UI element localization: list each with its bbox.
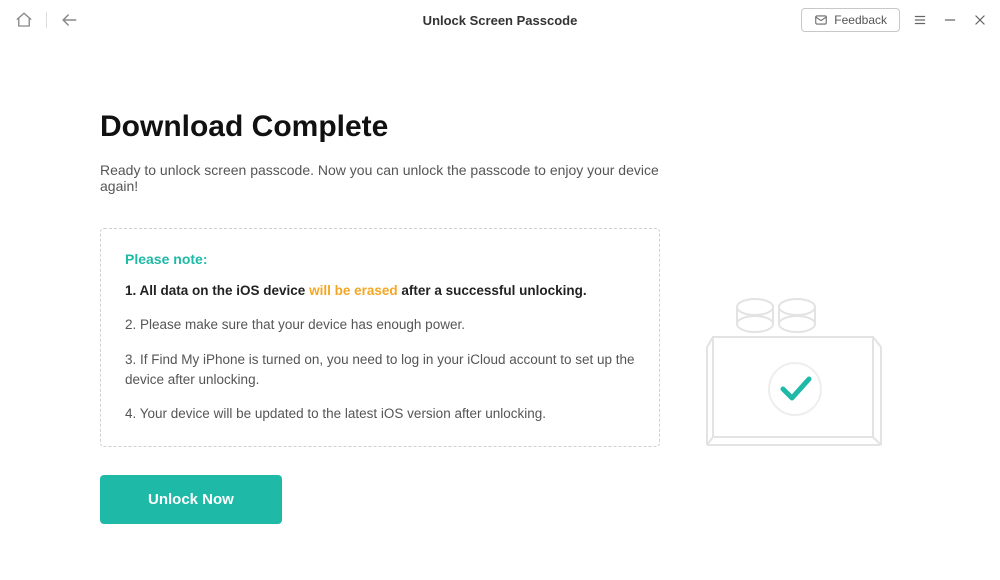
note-box: Please note: 1. All data on the iOS devi…	[100, 228, 660, 447]
minimize-button[interactable]	[940, 6, 960, 34]
titlebar: Unlock Screen Passcode Feedback	[0, 0, 1000, 40]
menu-button[interactable]	[910, 6, 930, 34]
mail-icon	[814, 13, 828, 27]
close-button[interactable]	[970, 6, 990, 34]
note-item-1-after: after a successful unlocking.	[398, 283, 587, 298]
back-button[interactable]	[55, 6, 83, 34]
close-icon	[973, 13, 987, 27]
note-item-1-before: 1. All data on the iOS device	[125, 283, 309, 298]
titlebar-left	[10, 6, 83, 34]
home-icon	[15, 11, 33, 29]
home-button[interactable]	[10, 6, 38, 34]
note-item-2: 2. Please make sure that your device has…	[125, 315, 635, 335]
package-check-icon	[705, 287, 895, 457]
minimize-icon	[943, 13, 957, 27]
arrow-left-icon	[59, 10, 79, 30]
window-title: Unlock Screen Passcode	[423, 13, 578, 28]
feedback-button[interactable]: Feedback	[801, 8, 900, 32]
menu-icon	[913, 13, 927, 27]
note-heading: Please note:	[125, 251, 635, 267]
feedback-label: Feedback	[834, 13, 887, 27]
unlock-button[interactable]: Unlock Now	[100, 475, 282, 524]
note-item-3: 3. If Find My iPhone is turned on, you n…	[125, 350, 635, 391]
page-heading: Download Complete	[100, 110, 660, 144]
illustration	[700, 110, 900, 524]
main-column: Download Complete Ready to unlock screen…	[100, 110, 660, 524]
content-area: Download Complete Ready to unlock screen…	[0, 40, 1000, 524]
titlebar-right: Feedback	[801, 6, 990, 34]
note-item-1: 1. All data on the iOS device will be er…	[125, 281, 635, 301]
note-item-1-highlight: will be erased	[309, 283, 398, 298]
note-item-4: 4. Your device will be updated to the la…	[125, 404, 635, 424]
titlebar-divider	[46, 12, 47, 28]
page-subheading: Ready to unlock screen passcode. Now you…	[100, 162, 660, 194]
